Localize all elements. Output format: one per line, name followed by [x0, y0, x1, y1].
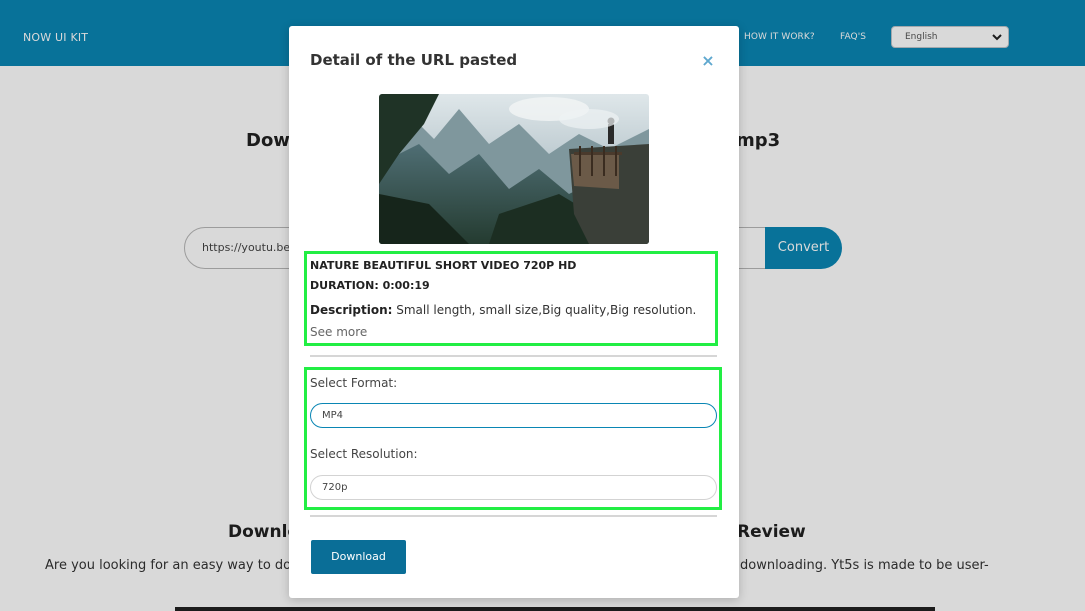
video-duration: DURATION: 0:00:19 [310, 279, 430, 292]
divider [310, 355, 717, 357]
resolution-select[interactable]: 720p [310, 475, 717, 500]
see-more-link[interactable]: See more [310, 325, 367, 339]
resolution-label: Select Resolution: [310, 447, 418, 461]
download-button[interactable]: Download [311, 540, 406, 574]
url-detail-modal: Detail of the URL pasted × NATURE BEAUTI… [289, 26, 739, 598]
video-thumbnail [379, 94, 649, 244]
close-icon[interactable]: × [701, 53, 715, 69]
video-description: Description: Small length, small size,Bi… [310, 303, 696, 317]
mountain-scene-image [379, 94, 649, 244]
resolution-value: 720p [322, 482, 348, 493]
format-select[interactable]: MP4 [310, 403, 717, 428]
duration-value: 0:00:19 [382, 279, 430, 292]
duration-label: DURATION: [310, 279, 383, 292]
format-value: MP4 [322, 410, 344, 421]
video-title: NATURE BEAUTIFUL SHORT VIDEO 720P HD [310, 259, 577, 272]
divider [310, 515, 717, 517]
description-text: Small length, small size,Big quality,Big… [392, 303, 697, 317]
format-label: Select Format: [310, 376, 398, 390]
modal-title: Detail of the URL pasted [310, 51, 518, 69]
description-label: Description: [310, 303, 393, 317]
